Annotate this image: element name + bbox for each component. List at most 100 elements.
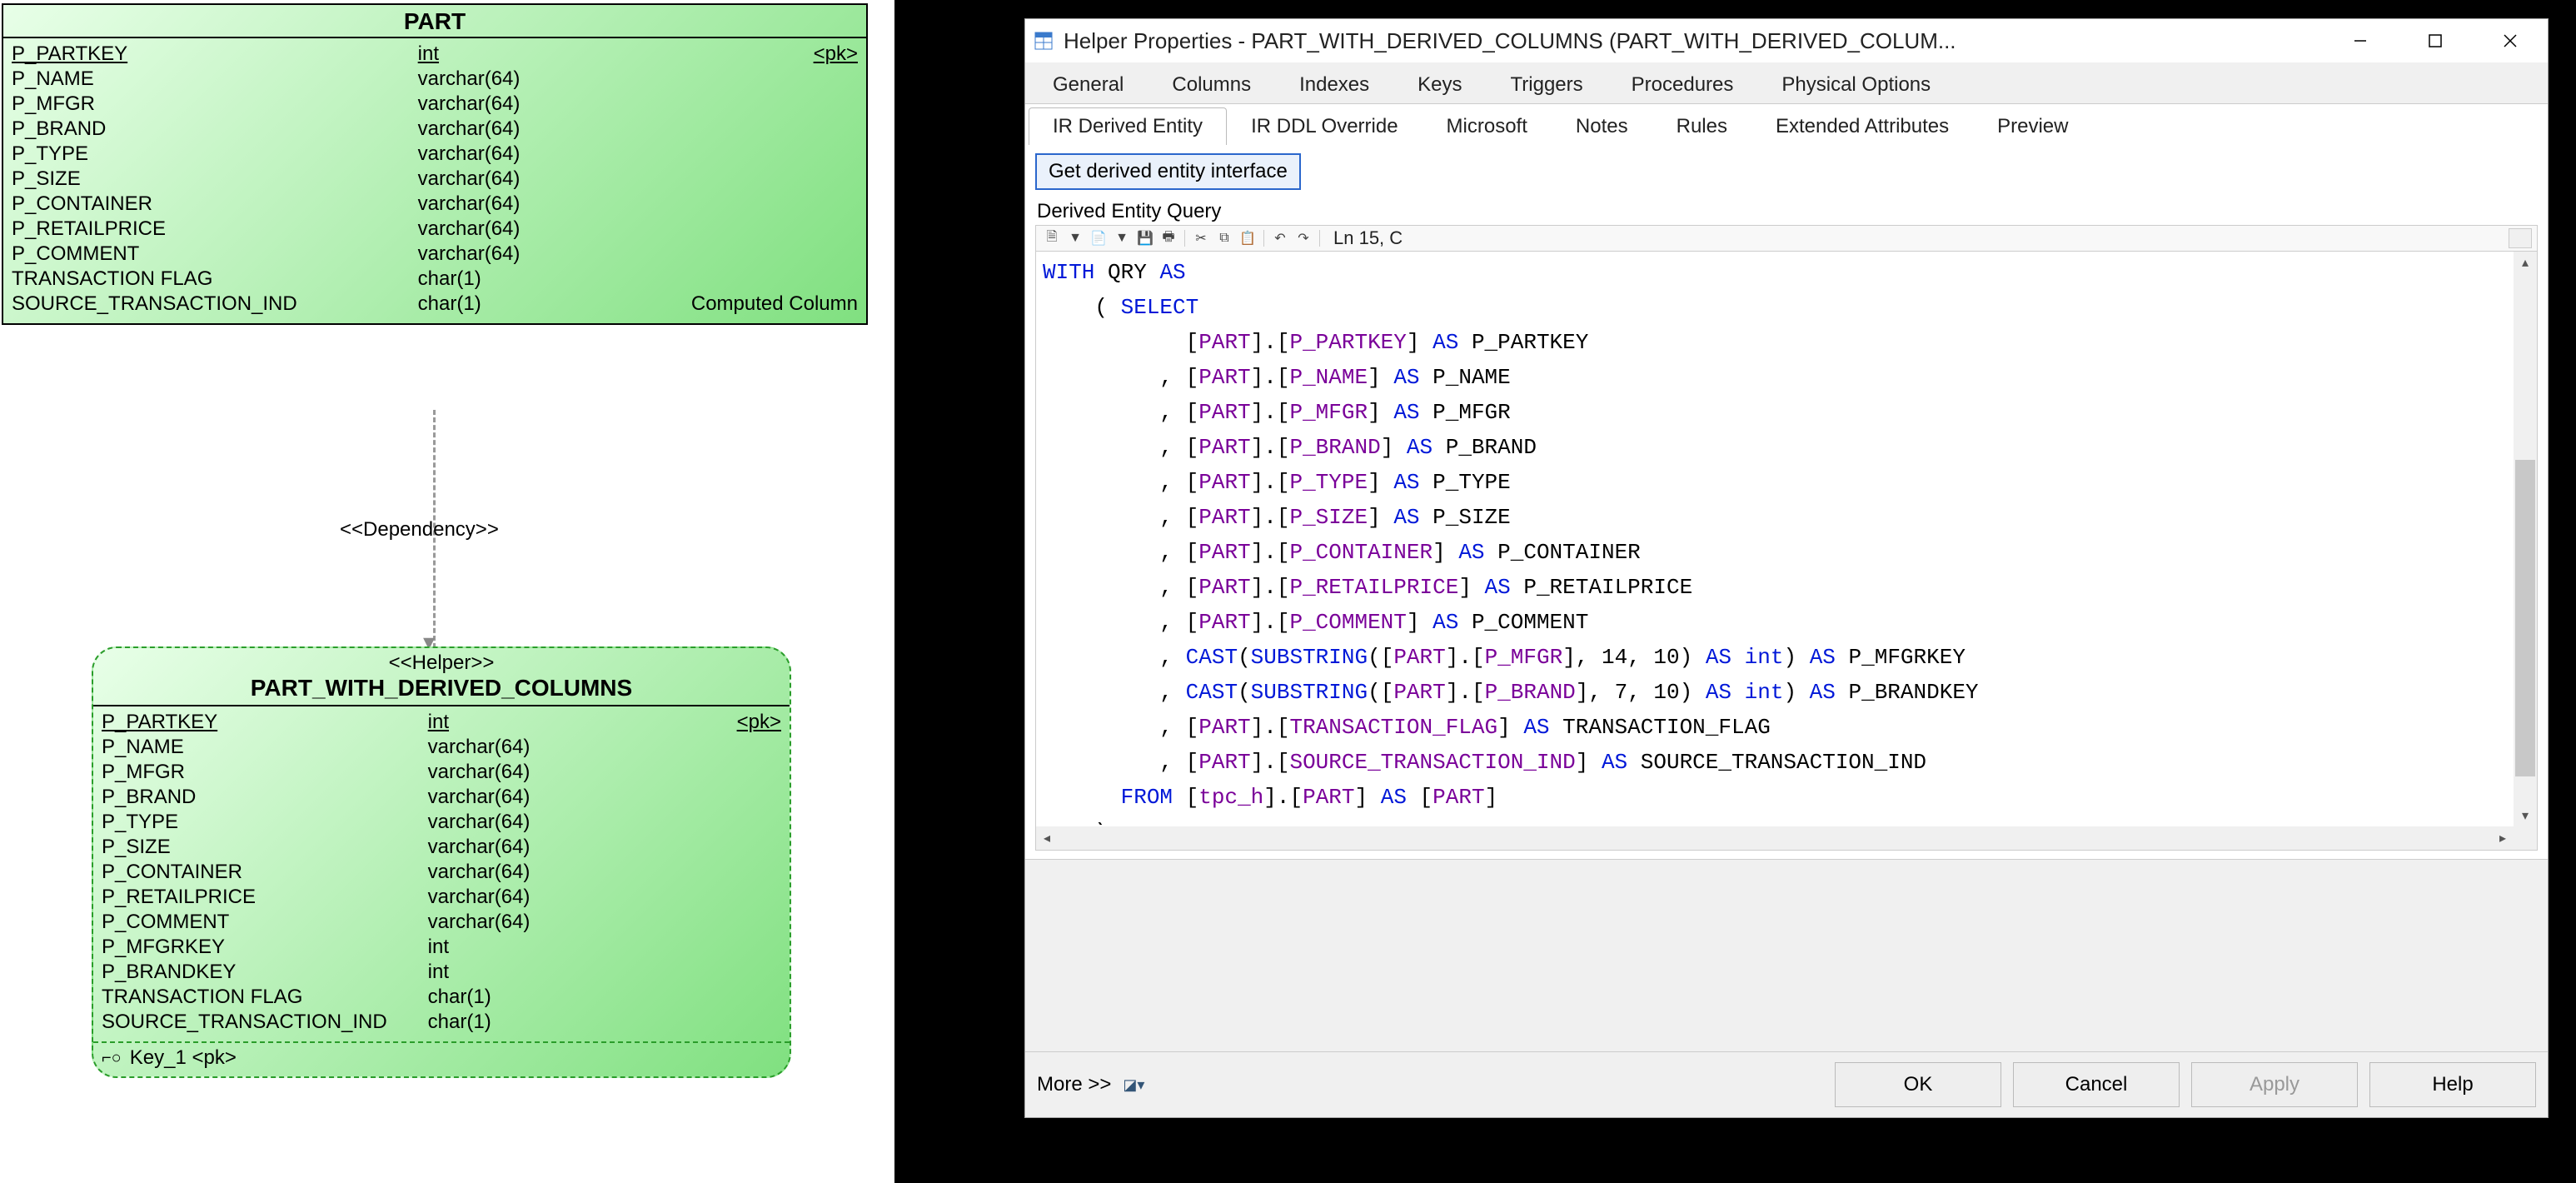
apply-button[interactable]: Apply [2191, 1062, 2358, 1107]
titlebar-text: Helper Properties - PART_WITH_DERIVED_CO… [1064, 28, 2323, 54]
column-row[interactable]: P_CONTAINERvarchar(64) [12, 192, 858, 217]
column-row[interactable]: P_NAMEvarchar(64) [102, 735, 781, 760]
toolbar-save-icon[interactable]: 💾 [1134, 227, 1156, 249]
column-type: char(1) [418, 267, 672, 292]
column-row[interactable]: P_SIZEvarchar(64) [102, 835, 781, 860]
sql-editor[interactable]: WITH QRY AS ( SELECT [PART].[P_PARTKEY] … [1036, 252, 2512, 825]
key-icon: ⌐○ [102, 1049, 122, 1068]
tabs-row-1: GeneralColumnsIndexesKeysTriggersProcedu… [1025, 62, 2548, 104]
tab-ir-derived-entity[interactable]: IR Derived Entity [1029, 107, 1227, 145]
column-row[interactable]: P_MFGRKEYint [102, 935, 781, 960]
cancel-button[interactable]: Cancel [2013, 1062, 2180, 1107]
toolbar-doc-icon[interactable]: 📄 [1088, 227, 1109, 249]
column-name: P_NAME [102, 735, 428, 760]
column-extra [671, 167, 858, 192]
minimize-button[interactable] [2323, 19, 2398, 62]
column-extra: <pk> [671, 42, 858, 67]
column-row[interactable]: P_SIZEvarchar(64) [12, 167, 858, 192]
column-type: varchar(64) [418, 67, 672, 92]
get-derived-entity-interface-button[interactable]: Get derived entity interface [1035, 153, 1301, 190]
toolbar-copy-icon[interactable]: ⧉ [1213, 227, 1235, 249]
column-extra [671, 117, 858, 142]
scroll-left-icon[interactable]: ◂ [1036, 826, 1058, 850]
tab-notes[interactable]: Notes [1552, 107, 1652, 145]
tab-rules[interactable]: Rules [1652, 107, 1751, 145]
column-row[interactable]: P_MFGRvarchar(64) [12, 92, 858, 117]
column-type: varchar(64) [418, 167, 672, 192]
column-row[interactable]: P_TYPEvarchar(64) [12, 142, 858, 167]
column-name: SOURCE_TRANSACTION_IND [102, 1010, 428, 1035]
column-type: varchar(64) [418, 217, 672, 242]
entity-helper-key-text: Key_1 <pk> [130, 1046, 237, 1070]
scroll-thumb[interactable] [2515, 460, 2535, 776]
toolbar-new-icon[interactable]: 🗎 [1041, 227, 1063, 249]
toolbar-cut-icon[interactable]: ✂ [1190, 227, 1212, 249]
ok-button[interactable]: OK [1835, 1062, 2001, 1107]
tab-procedures[interactable]: Procedures [1607, 66, 1758, 103]
column-row[interactable]: P_BRANDvarchar(64) [12, 117, 858, 142]
help-button[interactable]: Help [2369, 1062, 2536, 1107]
column-name: P_PARTKEY [102, 710, 428, 735]
column-name: P_TYPE [12, 142, 418, 167]
column-row[interactable]: P_CONTAINERvarchar(64) [102, 860, 781, 885]
column-name: P_NAME [12, 67, 418, 92]
maximize-button[interactable] [2398, 19, 2473, 62]
scroll-right-icon[interactable]: ▸ [2492, 826, 2514, 850]
column-name: TRANSACTION FLAG [12, 267, 418, 292]
close-button[interactable] [2473, 19, 2548, 62]
tab-columns[interactable]: Columns [1148, 66, 1275, 103]
column-row[interactable]: P_BRANDvarchar(64) [102, 785, 781, 810]
column-row[interactable]: P_MFGRvarchar(64) [102, 760, 781, 785]
column-row[interactable]: P_COMMENTvarchar(64) [102, 910, 781, 935]
tab-general[interactable]: General [1029, 66, 1148, 103]
scroll-down-icon[interactable]: ▾ [2514, 805, 2537, 826]
tab-microsoft[interactable]: Microsoft [1423, 107, 1552, 145]
column-row[interactable]: P_RETAILPRICEvarchar(64) [12, 217, 858, 242]
toolbar-dropdown-icon[interactable]: ▼ [1064, 227, 1086, 249]
column-type: varchar(64) [418, 242, 672, 267]
column-row[interactable]: SOURCE_TRANSACTION_INDchar(1) [102, 1010, 781, 1035]
column-name: P_BRAND [12, 117, 418, 142]
tab-ir-ddl-override[interactable]: IR DDL Override [1227, 107, 1422, 145]
column-row[interactable]: P_PARTKEYint<pk> [102, 710, 781, 735]
column-row[interactable]: SOURCE_TRANSACTION_INDchar(1)Computed Co… [12, 292, 858, 317]
column-row[interactable]: P_NAMEvarchar(64) [12, 67, 858, 92]
toolbar-print-icon[interactable]: 🖶 [1158, 227, 1179, 249]
more-dropdown-icon[interactable]: ◪▾ [1123, 1076, 1144, 1094]
toolbar-expand-button[interactable] [2509, 228, 2532, 248]
column-row[interactable]: P_RETAILPRICEvarchar(64) [102, 885, 781, 910]
toolbar-undo-icon[interactable]: ↶ [1269, 227, 1291, 249]
scroll-up-icon[interactable]: ▴ [2514, 252, 2537, 273]
column-extra [671, 217, 858, 242]
column-row[interactable]: P_PARTKEYint<pk> [12, 42, 858, 67]
column-name: P_TYPE [102, 810, 428, 835]
toolbar-dropdown2-icon[interactable]: ▼ [1111, 227, 1133, 249]
column-name: SOURCE_TRANSACTION_IND [12, 292, 418, 317]
column-row[interactable]: P_COMMENTvarchar(64) [12, 242, 858, 267]
toolbar-paste-icon[interactable]: 📋 [1237, 227, 1258, 249]
column-name: P_MFGR [102, 760, 428, 785]
column-type: char(1) [428, 1010, 632, 1035]
sql-editor-container: WITH QRY AS ( SELECT [PART].[P_PARTKEY] … [1035, 251, 2538, 851]
column-extra [631, 760, 781, 785]
toolbar-redo-icon[interactable]: ↷ [1293, 227, 1314, 249]
tab-indexes[interactable]: Indexes [1275, 66, 1393, 103]
entity-part[interactable]: PART P_PARTKEYint<pk>P_NAMEvarchar(64)P_… [2, 3, 868, 325]
column-row[interactable]: P_TYPEvarchar(64) [102, 810, 781, 835]
tab-preview[interactable]: Preview [1973, 107, 2092, 145]
titlebar[interactable]: Helper Properties - PART_WITH_DERIVED_CO… [1025, 19, 2548, 62]
tab-physical-options[interactable]: Physical Options [1757, 66, 1955, 103]
column-extra [631, 810, 781, 835]
horizontal-scrollbar[interactable]: ◂ ▸ [1036, 826, 2514, 850]
column-row[interactable]: TRANSACTION FLAGchar(1) [12, 267, 858, 292]
tab-triggers[interactable]: Triggers [1487, 66, 1607, 103]
vertical-scrollbar[interactable]: ▴ ▾ [2514, 252, 2537, 826]
more-button[interactable]: More >> [1037, 1073, 1111, 1096]
tab-keys[interactable]: Keys [1393, 66, 1486, 103]
column-row[interactable]: TRANSACTION FLAGchar(1) [102, 985, 781, 1010]
column-row[interactable]: P_BRANDKEYint [102, 960, 781, 985]
column-extra [631, 910, 781, 935]
column-extra [631, 960, 781, 985]
tab-extended-attributes[interactable]: Extended Attributes [1751, 107, 1973, 145]
entity-helper[interactable]: <<Helper>> PART_WITH_DERIVED_COLUMNS P_P… [92, 646, 791, 1078]
